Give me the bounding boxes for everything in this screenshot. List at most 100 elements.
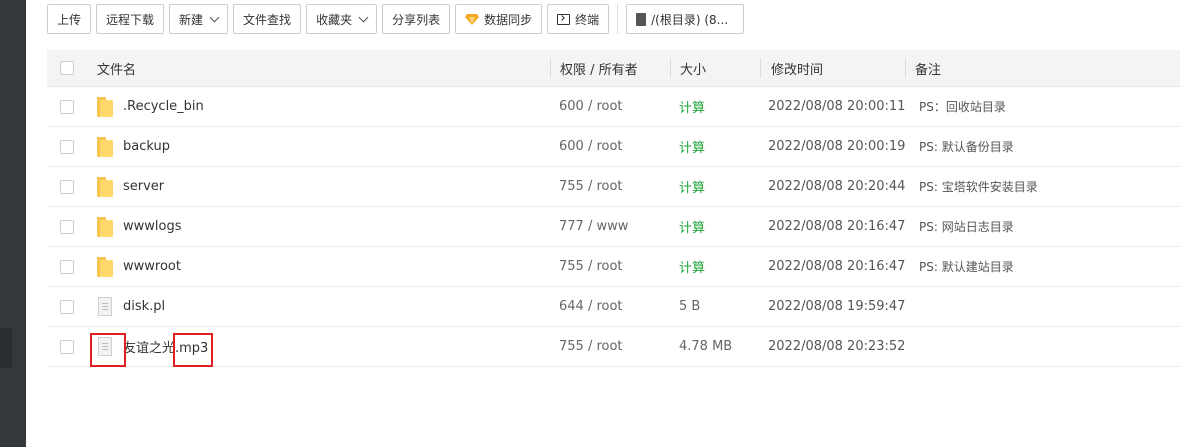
data-sync-label: 数据同步 xyxy=(484,12,533,27)
modified-time: 2022/08/08 19:59:47 xyxy=(768,299,906,314)
row-check-cell xyxy=(60,87,74,126)
row-checkbox[interactable] xyxy=(60,299,74,314)
folder-icon xyxy=(97,256,113,277)
calculate-size-link[interactable]: 计算 xyxy=(679,247,705,286)
row-checkbox[interactable] xyxy=(60,99,74,114)
folder-icon xyxy=(97,96,113,117)
remote-download-label: 远程下载 xyxy=(106,12,155,27)
column-divider xyxy=(760,58,761,78)
upload-label: 上传 xyxy=(57,12,82,27)
toolbar: 上传 远程下载 新建 文件查找 收藏夹 分享列表 数据同步 终端 /(根目录) … xyxy=(47,3,745,35)
header-mtime[interactable]: 修改时间 xyxy=(771,50,823,86)
file-size: 5 B xyxy=(679,299,701,314)
row-checkbox[interactable] xyxy=(60,219,74,234)
terminal-label: 终端 xyxy=(575,12,600,27)
new-label: 新建 xyxy=(179,12,204,27)
terminal-button[interactable]: 终端 xyxy=(547,4,610,34)
row-check-cell xyxy=(60,247,74,286)
select-all-checkbox[interactable] xyxy=(60,61,74,75)
permission[interactable]: 777 / www xyxy=(559,207,628,246)
row-check-cell xyxy=(60,287,74,326)
upload-button[interactable]: 上传 xyxy=(47,4,92,34)
note[interactable]: PS: 宝塔软件安装目录 xyxy=(919,167,1038,206)
table-row[interactable]: backup 600 / root 计算 2022/08/08 20:00:19… xyxy=(47,127,1180,167)
highlight-box-icon xyxy=(90,333,126,367)
calculate-size-link[interactable]: 计算 xyxy=(679,207,705,246)
note[interactable]: PS: 网站日志目录 xyxy=(919,207,1014,246)
favorites-button[interactable]: 收藏夹 xyxy=(306,4,378,34)
header-note: 备注 xyxy=(915,62,942,78)
row-check-cell xyxy=(60,167,74,206)
new-button[interactable]: 新建 xyxy=(169,4,229,34)
modified-time: 2022/08/08 20:00:19 xyxy=(768,139,906,154)
row-checkbox[interactable] xyxy=(60,139,74,154)
calculate-size-link[interactable]: 计算 xyxy=(679,127,705,166)
row-check-cell xyxy=(60,207,74,246)
table-row[interactable]: server 755 / root 计算 2022/08/08 20:20:44… xyxy=(47,167,1180,207)
table-row[interactable]: .Recycle_bin 600 / root 计算 2022/08/08 20… xyxy=(47,87,1180,127)
file-search-button[interactable]: 文件查找 xyxy=(233,4,302,34)
file-search-label: 文件查找 xyxy=(243,12,292,27)
file-name-cell[interactable]: .Recycle_bin xyxy=(97,87,204,126)
modified-time: 2022/08/08 20:20:44 xyxy=(768,179,906,194)
folder-icon xyxy=(97,136,113,157)
file-name-cell[interactable]: wwwroot xyxy=(97,247,181,286)
file-name[interactable]: wwwlogs xyxy=(123,219,182,234)
calculate-size-link[interactable]: 计算 xyxy=(679,87,705,126)
data-sync-button[interactable]: 数据同步 xyxy=(455,4,543,34)
permission[interactable]: 600 / root xyxy=(559,127,623,166)
permission[interactable]: 755 / root xyxy=(559,247,623,286)
file-name[interactable]: server xyxy=(123,179,164,194)
modified-time: 2022/08/08 20:00:11 xyxy=(768,99,906,114)
calculate-size-link[interactable]: 计算 xyxy=(679,167,705,206)
disk-icon xyxy=(636,12,647,26)
toolbar-divider xyxy=(617,4,619,34)
row-checkbox[interactable] xyxy=(60,339,74,354)
file-name[interactable]: backup xyxy=(123,139,170,154)
file-name[interactable]: .Recycle_bin xyxy=(123,99,204,114)
header-name[interactable]: 文件名 xyxy=(97,50,136,86)
permission[interactable]: 755 / root xyxy=(559,327,623,366)
terminal-icon xyxy=(557,13,571,25)
file-icon xyxy=(98,297,112,316)
file-name[interactable]: wwwroot xyxy=(123,259,181,274)
header-size[interactable]: 大小 xyxy=(680,50,706,86)
path-selector[interactable]: /(根目录) (8... xyxy=(626,4,745,34)
row-check-cell xyxy=(60,327,74,366)
permission[interactable]: 644 / root xyxy=(559,287,623,326)
share-list-button[interactable]: 分享列表 xyxy=(382,4,451,34)
file-name-cell[interactable]: wwwlogs xyxy=(97,207,182,246)
modified-time: 2022/08/08 20:23:52 xyxy=(768,339,906,354)
file-name-cell[interactable]: server xyxy=(97,167,164,206)
table-row[interactable]: disk.pl 644 / root 5 B 2022/08/08 19:59:… xyxy=(47,287,1180,327)
file-name-cell[interactable]: backup xyxy=(97,127,170,166)
remote-download-button[interactable]: 远程下载 xyxy=(96,4,165,34)
left-panel-edge xyxy=(0,0,26,447)
row-checkbox[interactable] xyxy=(60,259,74,274)
table-row[interactable]: 友谊之光.mp3 755 / root 4.78 MB 2022/08/08 2… xyxy=(47,327,1180,367)
column-divider xyxy=(670,58,671,78)
modified-time: 2022/08/08 20:16:47 xyxy=(768,219,906,234)
share-list-label: 分享列表 xyxy=(392,12,441,27)
table-row[interactable]: wwwroot 755 / root 计算 2022/08/08 20:16:4… xyxy=(47,247,1180,287)
table-row[interactable]: wwwlogs 777 / www 计算 2022/08/08 20:16:47… xyxy=(47,207,1180,247)
folder-icon xyxy=(97,216,113,237)
diamond-icon xyxy=(465,14,480,25)
note[interactable]: PS: 默认备份目录 xyxy=(919,127,1014,166)
file-manager: 上传 远程下载 新建 文件查找 收藏夹 分享列表 数据同步 终端 /(根目录) … xyxy=(26,0,1180,447)
permission[interactable]: 600 / root xyxy=(559,87,623,126)
chevron-down-icon xyxy=(209,12,220,22)
modified-time: 2022/08/08 20:16:47 xyxy=(768,259,906,274)
row-check-cell xyxy=(60,127,74,166)
row-checkbox[interactable] xyxy=(60,179,74,194)
table-header: 文件名 权限 / 所有者 大小 修改时间 备注 xyxy=(47,50,1180,87)
permission[interactable]: 755 / root xyxy=(559,167,623,206)
file-name[interactable]: disk.pl xyxy=(123,299,165,314)
file-name-cell[interactable]: disk.pl xyxy=(97,287,165,326)
note[interactable]: PS: 默认建站目录 xyxy=(919,247,1014,286)
note[interactable]: PS：回收站目录 xyxy=(919,87,1006,126)
path-label: /(根目录) (8... xyxy=(651,12,729,27)
column-divider xyxy=(550,58,551,78)
file-table: 文件名 权限 / 所有者 大小 修改时间 备注 .Recycle_bin 600… xyxy=(47,50,1180,367)
header-perm[interactable]: 权限 / 所有者 xyxy=(560,50,638,86)
